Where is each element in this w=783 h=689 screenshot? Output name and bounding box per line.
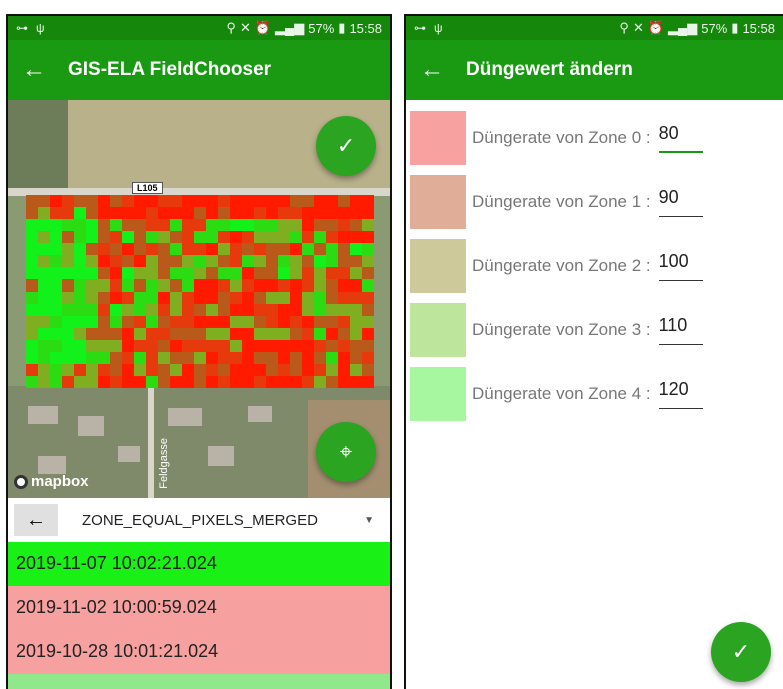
- mute-icon: ✕: [632, 20, 644, 35]
- zone-rate-input[interactable]: 100: [658, 251, 703, 281]
- map-view[interactable]: L105 Feldgasse ✓ ⌖ mapbox: [8, 100, 390, 498]
- map-road: [148, 386, 154, 498]
- zone-row-1: Düngerate von Zone 1 : 90: [406, 170, 783, 234]
- usb-icon: ψ: [434, 21, 443, 35]
- battery-icon: ▮: [731, 20, 739, 35]
- selector-value[interactable]: ZONE_EQUAL_PIXELS_MERGED: [58, 512, 364, 529]
- key-icon: ⊶: [414, 21, 426, 35]
- mute-icon: ✕: [239, 20, 251, 35]
- zone-rate-input[interactable]: 80: [658, 123, 703, 153]
- zone-method-selector[interactable]: ← ZONE_EQUAL_PIXELS_MERGED ▼: [8, 498, 390, 542]
- zone-rate-input[interactable]: 110: [658, 315, 703, 345]
- date-list-item[interactable]: 2019-10-28 10:01:21.024: [8, 630, 390, 674]
- crosshair-icon: ⌖: [339, 439, 353, 464]
- signal-icon: ▂▄▆: [668, 20, 698, 35]
- zone-label: Düngerate von Zone 3 :: [472, 320, 651, 339]
- zone-color-swatch: [410, 175, 466, 229]
- confirm-button[interactable]: ✓: [711, 622, 771, 682]
- zone-rate-input[interactable]: 120: [658, 379, 703, 409]
- clock: 15:58: [742, 20, 775, 36]
- confirm-button[interactable]: ✓: [316, 116, 376, 176]
- zone-label: Düngerate von Zone 4 :: [472, 384, 651, 403]
- mapbox-logo[interactable]: mapbox: [14, 473, 89, 490]
- battery-icon: ▮: [338, 20, 346, 35]
- zone-row-4: Düngerate von Zone 4 : 120: [406, 362, 783, 426]
- battery-percent: 57%: [308, 20, 335, 36]
- zone-rate-list: Düngerate von Zone 0 : 80 Düngerate von …: [406, 100, 783, 426]
- check-icon: ✓: [336, 133, 356, 158]
- zone-row-0: Düngerate von Zone 0 : 80: [406, 106, 783, 170]
- phone-screen-fertilizer: ⊶ ψ ⚲ ✕ ⏰ ▂▄▆ 57% ▮ 15:58 ← Düngewert änd…: [404, 14, 783, 689]
- zone-label: Düngerate von Zone 2 :: [472, 256, 651, 275]
- date-list-item[interactable]: 2019-11-02 10:00:59.024: [8, 586, 390, 630]
- app-bar: ← GIS-ELA FieldChooser: [8, 40, 390, 100]
- status-bar: ⊶ ψ ⚲ ✕ ⏰ ▂▄▆ 57% ▮ 15:58: [8, 16, 390, 40]
- zone-color-swatch: [410, 239, 466, 293]
- locate-button[interactable]: ⌖: [316, 422, 376, 482]
- key-icon: ⊶: [16, 21, 28, 35]
- zone-row-3: Düngerate von Zone 3 : 110: [406, 298, 783, 362]
- zone-rate-input[interactable]: 90: [658, 187, 703, 217]
- zone-row-2: Düngerate von Zone 2 : 100: [406, 234, 783, 298]
- road-label: L105: [132, 182, 163, 194]
- status-bar: ⊶ ψ ⚲ ✕ ⏰ ▂▄▆ 57% ▮ 15:58: [406, 16, 783, 40]
- app-bar: ← Düngewert ändern: [406, 40, 783, 100]
- battery-percent: 57%: [701, 20, 728, 36]
- zone-label: Düngerate von Zone 1 :: [472, 192, 651, 211]
- zone-color-swatch: [410, 303, 466, 357]
- phone-screen-fieldchooser: ⊶ ψ ⚲ ✕ ⏰ ▂▄▆ 57% ▮ 15:58 ← GIS-ELA Field…: [6, 14, 392, 689]
- zone-label: Düngerate von Zone 0 :: [472, 128, 651, 147]
- location-icon: ⚲: [226, 20, 236, 35]
- date-list-item-partial[interactable]: [8, 674, 390, 689]
- zone-color-swatch: [410, 111, 466, 165]
- zone-heatmap: [26, 195, 374, 388]
- alarm-icon: ⏰: [647, 20, 665, 35]
- app-title: Düngewert ändern: [466, 59, 633, 80]
- app-title: GIS-ELA FieldChooser: [68, 59, 272, 80]
- date-list-item[interactable]: 2019-11-07 10:02:21.024: [8, 542, 390, 586]
- street-label: Feldgasse: [158, 438, 170, 489]
- arrow-left-icon[interactable]: ←: [22, 56, 68, 84]
- location-icon: ⚲: [619, 20, 629, 35]
- date-list: 2019-11-07 10:02:21.024 2019-11-02 10:00…: [8, 542, 390, 689]
- clock: 15:58: [349, 20, 382, 36]
- alarm-icon: ⏰: [254, 20, 272, 35]
- signal-icon: ▂▄▆: [275, 20, 305, 35]
- arrow-left-icon[interactable]: ←: [420, 56, 466, 84]
- mapbox-icon: [14, 474, 28, 489]
- check-icon: ✓: [731, 639, 751, 664]
- arrow-left-icon: ←: [26, 508, 46, 531]
- dropdown-caret-icon[interactable]: ▼: [364, 515, 374, 526]
- usb-icon: ψ: [36, 21, 45, 35]
- zone-color-swatch: [410, 367, 466, 421]
- selector-back-button[interactable]: ←: [14, 504, 58, 536]
